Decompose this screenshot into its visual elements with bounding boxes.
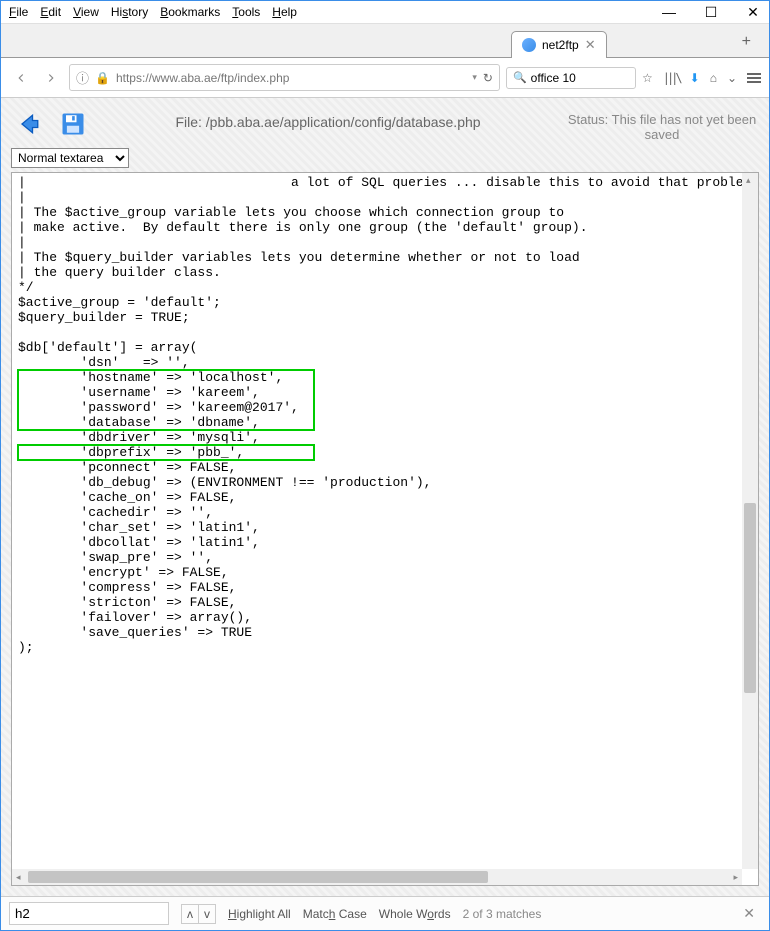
save-button[interactable] [57, 108, 89, 140]
pocket-icon[interactable]: ⌄ [727, 71, 737, 85]
tab-title: net2ftp [542, 38, 579, 52]
close-button[interactable]: ✕ [744, 4, 762, 21]
tab-net2ftp[interactable]: net2ftp ✕ [511, 31, 607, 58]
back-button[interactable] [13, 108, 45, 140]
menu-view[interactable]: View [73, 5, 99, 19]
file-status-label: Status: This file has not yet been saved [567, 108, 757, 142]
tab-favicon-icon [522, 38, 536, 52]
horizontal-scroll-thumb[interactable] [28, 871, 488, 883]
nav-bar: ⓘ 🔒 ▾ ↻ 🔍 ☆ |||\ ⬇ ⌂ ⌄ [1, 58, 769, 98]
whole-words-toggle[interactable]: Whole Words [379, 907, 451, 921]
vertical-scrollbar[interactable]: ▴ [742, 173, 758, 869]
window-controls: — ☐ ✕ [660, 4, 762, 21]
find-close-button[interactable]: ✕ [737, 903, 761, 924]
match-case-toggle[interactable]: Match Case [303, 907, 367, 921]
scroll-up-icon[interactable]: ▴ [746, 175, 751, 186]
highlight-box-2: 'dbprefix' => 'pbb_', [18, 445, 314, 460]
editor-mode-select[interactable]: Normal textarea [11, 148, 129, 168]
code-textarea[interactable]: | a lot of SQL queries ... disable this … [12, 173, 742, 869]
lock-icon: 🔒 [95, 71, 110, 85]
floppy-disk-icon [59, 110, 87, 138]
menu-file[interactable]: File [9, 5, 28, 19]
tab-bar: net2ftp ✕ + [1, 24, 769, 58]
editor-wrap: | a lot of SQL queries ... disable this … [11, 172, 759, 886]
search-input[interactable] [531, 71, 629, 85]
find-next-button[interactable]: v [199, 905, 215, 923]
menu-bookmarks[interactable]: Bookmarks [160, 5, 220, 19]
horizontal-scrollbar[interactable]: ◂ ▸ [12, 869, 742, 885]
arrow-left-icon [14, 71, 28, 85]
find-bar: ʌ v Highlight All Match Case Whole Words… [1, 896, 769, 930]
arrow-right-icon [44, 71, 58, 85]
reload-icon[interactable]: ↻ [483, 71, 493, 85]
find-match-count: 2 of 3 matches [463, 907, 542, 921]
minimize-button[interactable]: — [660, 4, 678, 21]
vertical-scroll-thumb[interactable] [744, 503, 756, 693]
menu-help[interactable]: Help [272, 5, 297, 19]
scroll-left-icon[interactable]: ◂ [16, 872, 21, 883]
menu-edit[interactable]: Edit [40, 5, 61, 19]
bookmark-star-icon[interactable]: ☆ [642, 71, 653, 85]
tab-close-icon[interactable]: ✕ [585, 37, 596, 53]
search-icon: 🔍 [513, 71, 527, 84]
back-nav-button[interactable] [9, 66, 33, 90]
find-arrows: ʌ v [181, 904, 216, 924]
editor-toolbar: Normal textarea [1, 146, 769, 172]
find-prev-button[interactable]: ʌ [182, 905, 199, 923]
file-path-label: File: /pbb.aba.ae/application/config/dat… [101, 108, 555, 130]
new-tab-button[interactable]: + [732, 27, 761, 57]
forward-nav-button[interactable] [39, 66, 63, 90]
scroll-right-icon[interactable]: ▸ [733, 872, 738, 883]
menu-history[interactable]: History [111, 5, 148, 19]
highlight-all-toggle[interactable]: Highlight All [228, 907, 291, 921]
download-icon[interactable]: ⬇ [690, 71, 700, 85]
menu-hamburger-icon[interactable] [747, 73, 761, 83]
search-bar[interactable]: 🔍 [506, 67, 636, 89]
library-icon[interactable]: |||\ [663, 71, 680, 85]
find-input[interactable] [9, 902, 169, 925]
menubar: File Edit View History Bookmarks Tools H… [1, 1, 769, 24]
menu-tools[interactable]: Tools [232, 5, 260, 19]
home-icon[interactable]: ⌂ [710, 71, 717, 85]
maximize-button[interactable]: ☐ [702, 4, 720, 21]
identity-icon[interactable]: ⓘ [76, 68, 89, 87]
url-input[interactable] [116, 71, 466, 85]
dropdown-icon[interactable]: ▾ [472, 72, 477, 83]
url-bar[interactable]: ⓘ 🔒 ▾ ↻ [69, 64, 500, 91]
toolbar-icons: ☆ |||\ ⬇ ⌂ ⌄ [642, 71, 761, 85]
arrow-back-icon [15, 110, 43, 138]
highlight-box-1: 'hostname' => 'localhost', 'username' =>… [18, 370, 314, 430]
file-header: File: /pbb.aba.ae/application/config/dat… [1, 98, 769, 146]
page-content: File: /pbb.aba.ae/application/config/dat… [1, 98, 769, 896]
